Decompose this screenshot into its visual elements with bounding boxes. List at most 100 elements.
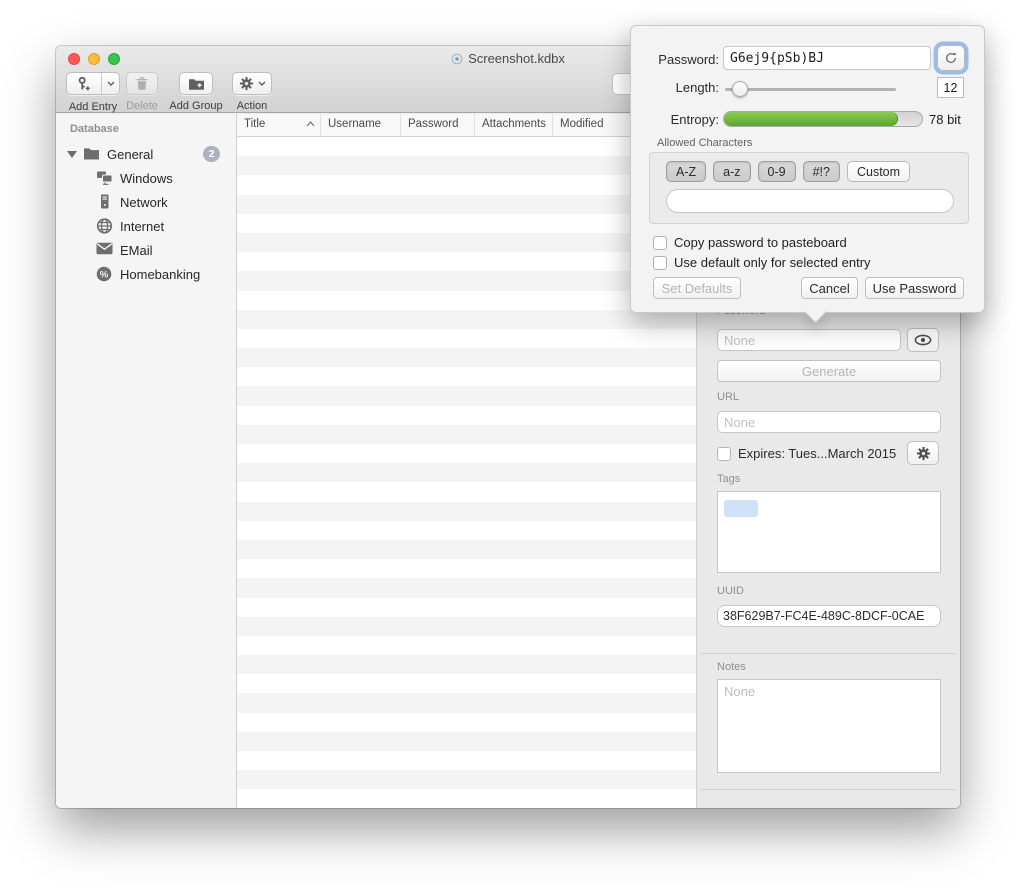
table-row-stripe xyxy=(237,502,696,521)
action-label: Action xyxy=(228,100,276,112)
desktop: Screenshot.kdbx Add Entry Dele xyxy=(0,0,1016,888)
eye-icon xyxy=(914,334,932,346)
char-toggle-az[interactable]: a-z xyxy=(713,161,750,182)
copy-to-pasteboard-checkbox[interactable] xyxy=(653,236,667,250)
table-row-stripe xyxy=(237,444,696,463)
default-for-entry-label: Use default only for selected entry xyxy=(674,255,871,270)
char-toggle-custom[interactable]: Custom xyxy=(847,161,910,182)
table-row-stripe xyxy=(237,540,696,559)
add-group-label: Add Group xyxy=(164,100,228,112)
gear-icon xyxy=(916,446,931,461)
entropy-fill xyxy=(724,112,898,126)
char-toggle-09[interactable]: 0-9 xyxy=(758,161,796,182)
add-entry-dropdown[interactable] xyxy=(101,73,119,94)
sidebar-item-internet[interactable]: Internet xyxy=(56,214,236,238)
default-for-entry-checkbox[interactable] xyxy=(653,256,667,270)
key-plus-icon xyxy=(67,73,101,94)
table-row-stripe xyxy=(237,386,696,405)
allowed-characters-label: Allowed Characters xyxy=(657,137,752,149)
char-toggle-[interactable]: #!? xyxy=(803,161,840,182)
length-slider[interactable] xyxy=(725,88,896,91)
url-input[interactable] xyxy=(717,411,941,433)
table-row-stripe xyxy=(237,233,696,252)
generated-password-input[interactable] xyxy=(723,46,931,70)
table-row-stripe xyxy=(237,751,696,770)
folder-plus-icon xyxy=(188,77,205,91)
uuid-section-label: UUID xyxy=(717,585,744,597)
reveal-password-button[interactable] xyxy=(907,328,939,352)
sidebar: Database General 2 WindowsNetwork Interne… xyxy=(56,114,237,808)
entropy-bits: 78 bit xyxy=(929,112,961,127)
table-row-stripe xyxy=(237,674,696,693)
tag-token[interactable] xyxy=(724,500,758,517)
tags-box[interactable] xyxy=(717,491,941,573)
length-value[interactable]: 12 xyxy=(937,77,964,98)
sidebar-list: General 2 WindowsNetwork Internet EMail%Ho… xyxy=(56,142,236,286)
table-row-stripe xyxy=(237,559,696,578)
sidebar-section-header: Database xyxy=(70,123,119,135)
add-entry-button[interactable] xyxy=(66,72,120,95)
table-row-stripe xyxy=(237,598,696,617)
table-body xyxy=(237,137,696,808)
popover-password-label: Password: xyxy=(631,52,719,67)
toolbar-group-add-group: Add Group xyxy=(164,72,228,112)
table-row-stripe xyxy=(237,310,696,329)
divider xyxy=(701,789,956,790)
popover-entropy-label: Entropy: xyxy=(631,112,719,127)
sidebar-item-general[interactable]: General 2 xyxy=(56,142,236,166)
use-password-button[interactable]: Use Password xyxy=(865,277,964,299)
allowed-characters-box: A-Z a-z 0-9 #!? Custom xyxy=(649,152,969,224)
expires-settings-button[interactable] xyxy=(907,441,939,465)
action-button[interactable] xyxy=(232,72,272,95)
regenerate-button[interactable] xyxy=(937,45,965,71)
delete-button[interactable] xyxy=(126,72,158,95)
password-generator-popover: Password: Length: 12 Entropy: 78 bit All… xyxy=(630,25,985,313)
sidebar-item-network[interactable]: Network xyxy=(56,190,236,214)
expires-label: Expires: Tues...March 2015 xyxy=(738,446,896,461)
expires-checkbox[interactable] xyxy=(717,447,731,461)
table-row-stripe xyxy=(237,693,696,712)
table-row-stripe xyxy=(237,252,696,271)
add-group-button[interactable] xyxy=(179,72,213,95)
uuid-field[interactable] xyxy=(717,605,941,627)
sidebar-item-label: Internet xyxy=(120,219,164,234)
internet-icon xyxy=(96,218,113,235)
table-row-stripe xyxy=(237,789,696,808)
password-input[interactable] xyxy=(717,329,901,351)
sidebar-item-windows[interactable]: Windows xyxy=(56,166,236,190)
sidebar-item-label: Homebanking xyxy=(120,267,200,282)
notes-textarea[interactable] xyxy=(717,679,941,773)
column-header-password[interactable]: Password xyxy=(401,114,475,136)
column-header-attachments[interactable]: Attachments xyxy=(475,114,553,136)
set-defaults-button[interactable]: Set Defaults xyxy=(653,277,741,299)
entry-table: TitleUsernamePasswordAttachmentsModified xyxy=(237,114,696,808)
copy-to-pasteboard-label: Copy password to pasteboard xyxy=(674,235,847,250)
cancel-button[interactable]: Cancel xyxy=(801,277,858,299)
sidebar-item-email[interactable]: EMail xyxy=(56,238,236,262)
table-row-stripe xyxy=(237,156,696,175)
windows-icon xyxy=(96,170,113,187)
sidebar-item-label: General xyxy=(107,147,153,162)
column-header-username[interactable]: Username xyxy=(321,114,401,136)
length-slider-thumb[interactable] xyxy=(732,81,748,97)
disclosure-triangle-icon[interactable] xyxy=(67,151,77,158)
tags-section-label: Tags xyxy=(717,473,740,485)
column-header-title[interactable]: Title xyxy=(237,114,321,136)
table-row-stripe xyxy=(237,271,696,290)
delete-label: Delete xyxy=(122,100,162,112)
table-row-stripe xyxy=(237,195,696,214)
table-header: TitleUsernamePasswordAttachmentsModified xyxy=(237,114,696,137)
table-row-stripe xyxy=(237,329,696,348)
sidebar-item-homebanking[interactable]: %Homebanking xyxy=(56,262,236,286)
add-entry-label: Add Entry xyxy=(64,101,122,113)
table-row-stripe xyxy=(237,713,696,732)
generate-button[interactable]: Generate xyxy=(717,360,941,382)
table-row-stripe xyxy=(237,214,696,233)
document-icon xyxy=(451,53,463,65)
table-row-stripe xyxy=(237,175,696,194)
char-toggle-az[interactable]: A-Z xyxy=(666,161,706,182)
entropy-bar xyxy=(723,111,923,127)
gear-icon xyxy=(239,76,254,91)
entry-count-badge: 2 xyxy=(203,146,220,162)
custom-characters-input[interactable] xyxy=(666,189,954,213)
